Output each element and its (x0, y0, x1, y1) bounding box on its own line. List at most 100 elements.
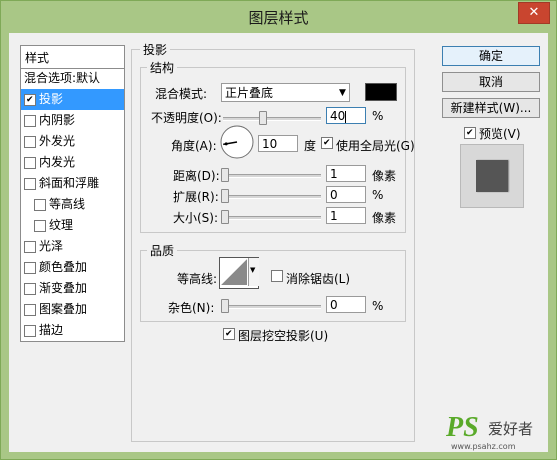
style-list-header-label: 样式 (25, 51, 50, 65)
spread-unit: % (372, 188, 384, 202)
contour-dropdown[interactable]: ▼ (248, 258, 259, 286)
preview-checkbox[interactable] (464, 127, 476, 139)
style-list-item[interactable]: 混合选项:默认 (21, 68, 124, 89)
size-slider-track (223, 216, 321, 220)
preview-label: 预览(V) (479, 127, 521, 141)
anti-alias-checkbox[interactable] (271, 270, 283, 282)
contour-icon (221, 259, 247, 285)
new-style-button[interactable]: 新建样式(W)... (442, 98, 540, 118)
style-list-item-checkbox[interactable] (24, 115, 36, 127)
noise-value: 0 (330, 298, 338, 312)
style-list-item-label: 描边 (39, 323, 64, 337)
style-list-item[interactable]: 外发光 (21, 131, 124, 152)
style-list-item-checkbox[interactable] (34, 199, 46, 211)
style-list-item-label: 颜色叠加 (39, 260, 88, 274)
style-list-item[interactable]: 斜面和浮雕 (21, 173, 124, 194)
dialog-body: 样式 混合选项:默认投影内阴影外发光内发光斜面和浮雕等高线纹理光泽颜色叠加渐变叠… (9, 33, 548, 452)
spread-value: 0 (330, 188, 338, 202)
size-input[interactable]: 1 (326, 207, 366, 224)
knockout-checkbox[interactable] (223, 328, 235, 340)
watermark-url: www.psahz.com (451, 442, 516, 451)
distance-label: 距离(D): (173, 169, 220, 183)
blend-mode-select[interactable]: 正片叠底 ▼ (221, 83, 350, 102)
close-icon: ✕ (528, 5, 540, 20)
knockout-label: 图层挖空投影(U) (238, 329, 329, 343)
noise-input[interactable]: 0 (326, 296, 366, 313)
size-slider-thumb[interactable] (221, 210, 229, 224)
text-caret (345, 110, 347, 123)
style-list-item[interactable]: 内阴影 (21, 110, 124, 131)
opacity-input[interactable]: 40 (326, 107, 366, 124)
style-list-item-label: 混合选项:默认 (24, 71, 101, 85)
style-list-item[interactable]: 图案叠加 (21, 299, 124, 320)
style-list-item-checkbox[interactable] (24, 94, 36, 106)
cancel-button[interactable]: 取消 (442, 72, 540, 92)
style-list-item-label: 内发光 (39, 155, 76, 169)
angle-label: 角度(A): (171, 139, 217, 153)
distance-value: 1 (330, 167, 338, 181)
spread-input[interactable]: 0 (326, 186, 366, 203)
spread-slider-thumb[interactable] (221, 189, 229, 203)
style-list-item-checkbox[interactable] (24, 283, 36, 295)
drop-shadow-group-title: 投影 (140, 41, 171, 58)
shadow-color-swatch[interactable] (365, 83, 397, 101)
contour-label: 等高线: (177, 272, 218, 286)
noise-unit: % (372, 299, 384, 313)
style-list-item-label: 纹理 (49, 218, 74, 232)
style-list-item[interactable]: 投影 (21, 89, 124, 110)
style-list-header: 样式 (21, 46, 124, 69)
spread-label: 扩展(R): (173, 190, 219, 204)
chevron-down-icon: ▼ (339, 88, 346, 98)
angle-input[interactable]: 10 (258, 135, 298, 152)
style-list-item-checkbox[interactable] (24, 136, 36, 148)
style-list-item-checkbox[interactable] (34, 220, 46, 232)
distance-input[interactable]: 1 (326, 165, 366, 182)
style-list-item-checkbox[interactable] (24, 325, 36, 337)
style-list-panel: 样式 混合选项:默认投影内阴影外发光内发光斜面和浮雕等高线纹理光泽颜色叠加渐变叠… (20, 45, 125, 342)
noise-slider-thumb[interactable] (221, 299, 229, 313)
style-list-item-label: 渐变叠加 (39, 281, 88, 295)
close-button[interactable]: ✕ (518, 2, 550, 24)
noise-slider-track (223, 305, 321, 309)
style-list-item[interactable]: 描边 (21, 320, 124, 341)
opacity-slider-track (223, 117, 321, 121)
contour-picker[interactable]: ▼ (219, 257, 259, 289)
style-list-item-checkbox[interactable] (24, 178, 36, 190)
blend-mode-value: 正片叠底 (225, 86, 274, 100)
noise-label: 杂色(N): (168, 301, 215, 315)
opacity-slider-thumb[interactable] (259, 111, 268, 125)
anti-alias-label: 消除锯齿(L) (286, 272, 351, 286)
distance-slider-track (223, 174, 321, 178)
watermark: PS 爱好者 www.psahz.com (446, 412, 546, 451)
style-list-item-label: 光泽 (39, 239, 64, 253)
blend-mode-label: 混合模式: (155, 87, 208, 101)
opacity-value: 40 (330, 109, 346, 123)
style-list-item-checkbox[interactable] (24, 304, 36, 316)
distance-unit: 像素 (372, 169, 397, 183)
watermark-ps: PS (446, 412, 479, 443)
style-list-item-label: 等高线 (49, 197, 86, 211)
global-light-label: 使用全局光(G) (336, 139, 415, 153)
size-unit: 像素 (372, 211, 397, 225)
style-list-item-label: 投影 (39, 92, 64, 106)
angle-dial-icon (220, 125, 254, 159)
style-list-item-checkbox[interactable] (24, 241, 36, 253)
style-list-item-label: 内阴影 (39, 113, 76, 127)
angle-unit: 度 (304, 139, 317, 153)
style-list-item-checkbox[interactable] (24, 262, 36, 274)
style-list-item-label: 斜面和浮雕 (39, 176, 100, 190)
structure-group-title: 结构 (147, 59, 178, 76)
style-list-item[interactable]: 光泽 (21, 236, 124, 257)
style-list-item[interactable]: 渐变叠加 (21, 278, 124, 299)
global-light-checkbox[interactable] (321, 137, 333, 149)
style-list-item[interactable]: 颜色叠加 (21, 257, 124, 278)
angle-dial[interactable] (220, 125, 254, 159)
spread-slider-track (223, 195, 321, 199)
style-list-item[interactable]: 内发光 (21, 152, 124, 173)
style-list-item-checkbox[interactable] (24, 157, 36, 169)
distance-slider-thumb[interactable] (221, 168, 229, 182)
style-list-item-label: 外发光 (39, 134, 76, 148)
style-list-item[interactable]: 等高线 (21, 194, 124, 215)
style-list-item[interactable]: 纹理 (21, 215, 124, 236)
ok-button[interactable]: 确定 (442, 46, 540, 66)
